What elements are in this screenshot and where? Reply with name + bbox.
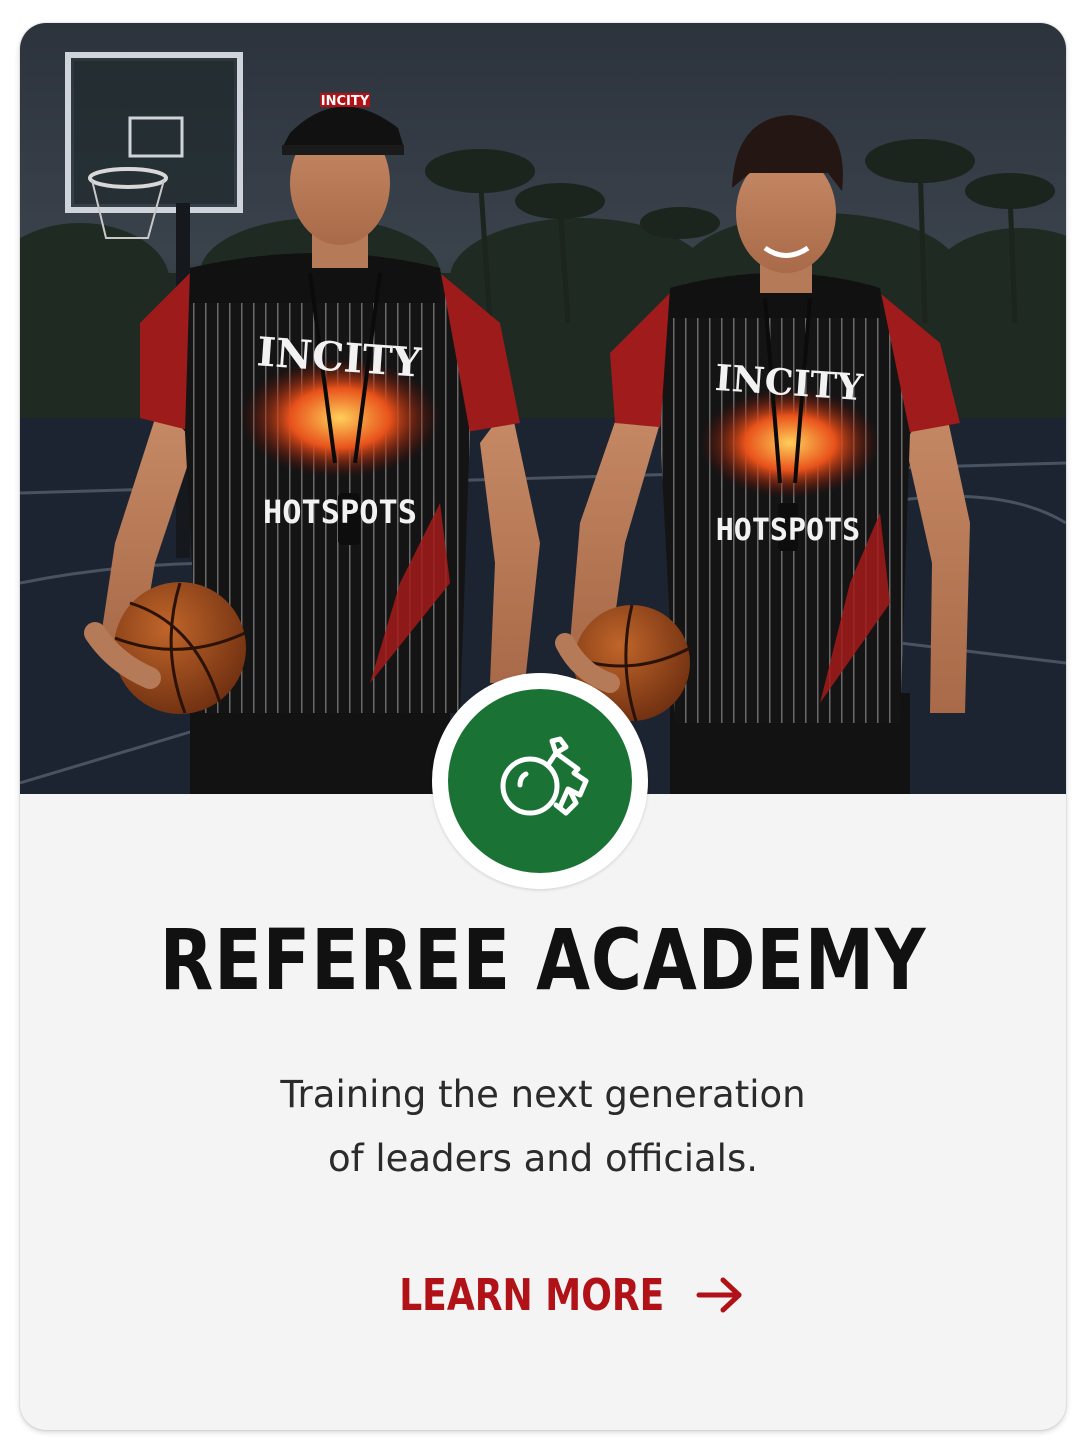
cap-logo-text: INCITY [321,94,370,109]
learn-more-link[interactable]: LEARN MORE [20,1263,1066,1327]
jersey-word-bottom-2: HOTSPOTS [716,513,861,548]
learn-more-label: LEARN MORE [399,1269,665,1321]
arrow-right-icon [696,1277,742,1313]
referee-academy-card[interactable]: INCITY INCITY HOTSPOTS INCITY HOTSPOTS R… [20,23,1066,1430]
jersey-word-bottom: HOTSPOTS [263,493,417,531]
subtitle-line-2: of leaders and officials. [327,1137,759,1180]
card-title: REFEREE ACADEMY [159,911,927,1009]
subtitle-line-1: Training the next generation [280,1073,806,1116]
whistle-badge [432,673,648,889]
badge-circle [448,689,632,873]
card-subtitle: Training the next generation of leaders … [243,1063,843,1191]
whistle-icon [500,736,589,816]
